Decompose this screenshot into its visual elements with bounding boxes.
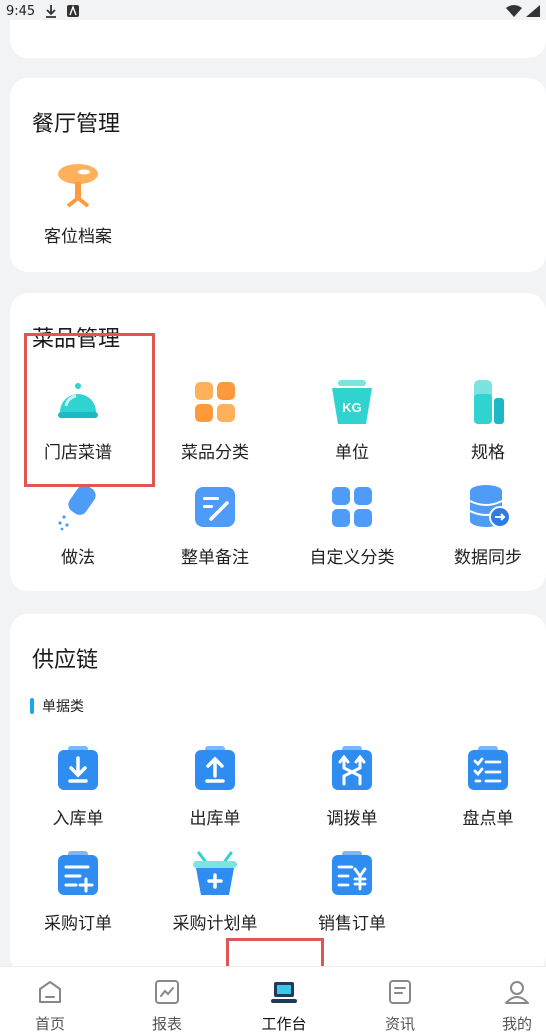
cloche-icon bbox=[58, 383, 98, 418]
grid-item-sales-order[interactable]: 销售订单 bbox=[292, 849, 412, 934]
tab-profile[interactable]: 我的 bbox=[467, 967, 546, 1035]
tab-news[interactable]: 资讯 bbox=[350, 967, 450, 1035]
grid-item-label: 调拨单 bbox=[326, 809, 378, 829]
grid-item-label: 采购计划单 bbox=[172, 914, 258, 934]
wifi-icon bbox=[506, 5, 522, 17]
tab-label: 资讯 bbox=[384, 1015, 415, 1033]
grid-item-order-note[interactable]: 整单备注 bbox=[155, 483, 275, 568]
workbench-icon bbox=[271, 982, 297, 1003]
table-icon bbox=[58, 164, 98, 208]
status-bar: 9:45 bbox=[0, 0, 546, 22]
tab-label: 报表 bbox=[151, 1015, 182, 1033]
tab-label: 工作台 bbox=[261, 1015, 307, 1033]
custom-grid-icon bbox=[332, 487, 372, 527]
subsection-header: 单据类 bbox=[30, 696, 84, 716]
grid-item-stock-out[interactable]: 出库单 bbox=[155, 744, 275, 829]
grid-item-label: 自定义分类 bbox=[309, 548, 395, 568]
section-title: 供应链 bbox=[32, 648, 99, 673]
grid-item-label: 客位档案 bbox=[44, 227, 112, 247]
transfer-icon bbox=[332, 746, 372, 790]
grid-item-purchase-plan[interactable]: 采购计划单 bbox=[155, 849, 275, 934]
salt-shaker-icon bbox=[58, 485, 96, 531]
grid-item-stock-in[interactable]: 入库单 bbox=[18, 744, 138, 829]
grid-item-purchase-order[interactable]: 采购订单 bbox=[18, 849, 138, 934]
profile-icon bbox=[505, 981, 529, 1004]
grid-item-label: 菜品分类 bbox=[181, 443, 249, 463]
inventory-check-icon bbox=[468, 746, 508, 790]
grid-item-label: 数据同步 bbox=[454, 548, 522, 568]
bottles-icon bbox=[474, 380, 504, 424]
svg-text:KG: KG bbox=[342, 400, 362, 415]
grid-item-method[interactable]: 做法 bbox=[18, 483, 138, 568]
grid-item-store-menu[interactable]: 门店菜谱 bbox=[18, 378, 138, 463]
grid-item-label: 整单备注 bbox=[181, 548, 249, 568]
category-grid-icon bbox=[195, 382, 235, 422]
supply-chain-card: 供应链 单据类 入库单 出库单 调拨单 盘点单 采购订单 采购计划单 销售订单 bbox=[10, 614, 546, 974]
section-title: 餐厅管理 bbox=[32, 112, 121, 137]
grid-item-label: 入库单 bbox=[52, 809, 104, 829]
grid-item-label: 单位 bbox=[335, 443, 369, 463]
purchase-basket-icon bbox=[193, 851, 237, 895]
grid-item-inventory-check[interactable]: 盘点单 bbox=[428, 744, 546, 829]
app-notification-icon bbox=[67, 5, 80, 17]
grid-item-label: 出库单 bbox=[189, 809, 241, 829]
tab-label: 首页 bbox=[34, 1015, 65, 1033]
clock: 9:45 bbox=[6, 3, 36, 19]
stock-in-icon bbox=[58, 746, 98, 790]
grid-item-label: 盘点单 bbox=[462, 809, 514, 829]
tab-label: 我的 bbox=[501, 1015, 532, 1033]
note-edit-icon bbox=[195, 487, 235, 527]
previous-card bbox=[10, 20, 546, 58]
subsection-accent-bar bbox=[30, 698, 34, 714]
download-icon bbox=[46, 5, 57, 18]
grid-item-dish-category[interactable]: 菜品分类 bbox=[155, 378, 275, 463]
report-icon bbox=[155, 980, 179, 1004]
subsection-title: 单据类 bbox=[42, 699, 84, 715]
home-icon bbox=[39, 981, 61, 1003]
bottom-tab-bar: 首页 报表 工作台 资讯 我的 bbox=[0, 966, 546, 1035]
sales-order-icon bbox=[332, 851, 372, 895]
section-title: 菜品管理 bbox=[32, 327, 121, 352]
purchase-order-icon bbox=[58, 851, 98, 895]
grid-item-transfer[interactable]: 调拨单 bbox=[292, 744, 412, 829]
news-icon bbox=[389, 980, 411, 1004]
tab-home[interactable]: 首页 bbox=[0, 967, 100, 1035]
database-sync-icon bbox=[469, 485, 511, 528]
grid-item-guest-seat[interactable]: 客位档案 bbox=[18, 162, 138, 247]
grid-item-custom-category[interactable]: 自定义分类 bbox=[292, 483, 412, 568]
grid-item-spec[interactable]: 规格 bbox=[428, 378, 546, 463]
grid-item-data-sync[interactable]: 数据同步 bbox=[428, 483, 546, 568]
kg-weight-icon: KG bbox=[332, 380, 372, 424]
stock-out-icon bbox=[195, 746, 235, 790]
tab-report[interactable]: 报表 bbox=[117, 967, 217, 1035]
dish-management-card: 菜品管理 门店菜谱 菜品分类 KG 单位 规格 做法 整单备注 自定义分类 数据… bbox=[10, 293, 546, 591]
grid-item-label: 采购订单 bbox=[44, 914, 112, 934]
grid-item-label: 销售订单 bbox=[318, 914, 386, 934]
tab-workbench[interactable]: 工作台 bbox=[234, 967, 334, 1035]
signal-icon bbox=[526, 5, 540, 17]
grid-item-unit[interactable]: KG 单位 bbox=[292, 378, 412, 463]
grid-item-label: 门店菜谱 bbox=[44, 443, 112, 463]
grid-item-label: 规格 bbox=[471, 443, 505, 463]
grid-item-label: 做法 bbox=[61, 548, 95, 568]
restaurant-management-card: 餐厅管理 客位档案 bbox=[10, 78, 546, 272]
